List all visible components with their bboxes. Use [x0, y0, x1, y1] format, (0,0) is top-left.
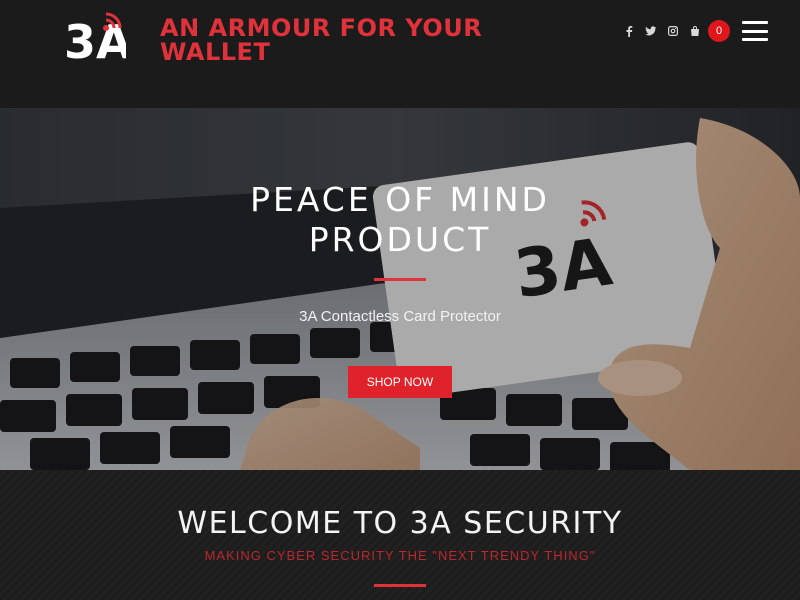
brand-logo[interactable]: 3A: [62, 10, 132, 69]
twitter-icon[interactable]: [644, 24, 658, 38]
header-actions: 0: [622, 18, 768, 44]
hero-divider: [374, 278, 426, 281]
hero-subtitle: 3A Contactless Card Protector: [299, 308, 501, 325]
site-header: 3A AN ARMOUR FOR YOUR WALLET 0: [0, 0, 800, 108]
welcome-divider: [374, 584, 426, 587]
svg-text:3A: 3A: [64, 15, 126, 66]
menu-bar: [742, 38, 768, 41]
menu-bar: [742, 21, 768, 24]
site-tagline: AN ARMOUR FOR YOUR WALLET: [160, 14, 483, 66]
menu-bar: [742, 29, 768, 33]
hero-title: PEACE OF MIND PRODUCT: [250, 180, 550, 259]
instagram-icon[interactable]: [666, 24, 680, 38]
cart-count-badge[interactable]: 0: [708, 20, 730, 42]
welcome-title: WELCOME TO 3A SECURITY: [177, 506, 623, 541]
hero-overlay: [0, 108, 800, 470]
shopping-bag-icon[interactable]: [688, 24, 702, 38]
hero-banner: 3A PEACE OF MIND PRODUCT 3A Contactless …: [0, 108, 800, 470]
hamburger-menu-icon[interactable]: [742, 21, 768, 41]
welcome-subtitle: MAKING CYBER SECURITY THE "NEXT TRENDY T…: [204, 548, 596, 563]
facebook-icon[interactable]: [622, 24, 636, 38]
shop-now-button[interactable]: SHOP NOW: [348, 366, 452, 398]
welcome-section: WELCOME TO 3A SECURITY MAKING CYBER SECU…: [0, 470, 800, 600]
